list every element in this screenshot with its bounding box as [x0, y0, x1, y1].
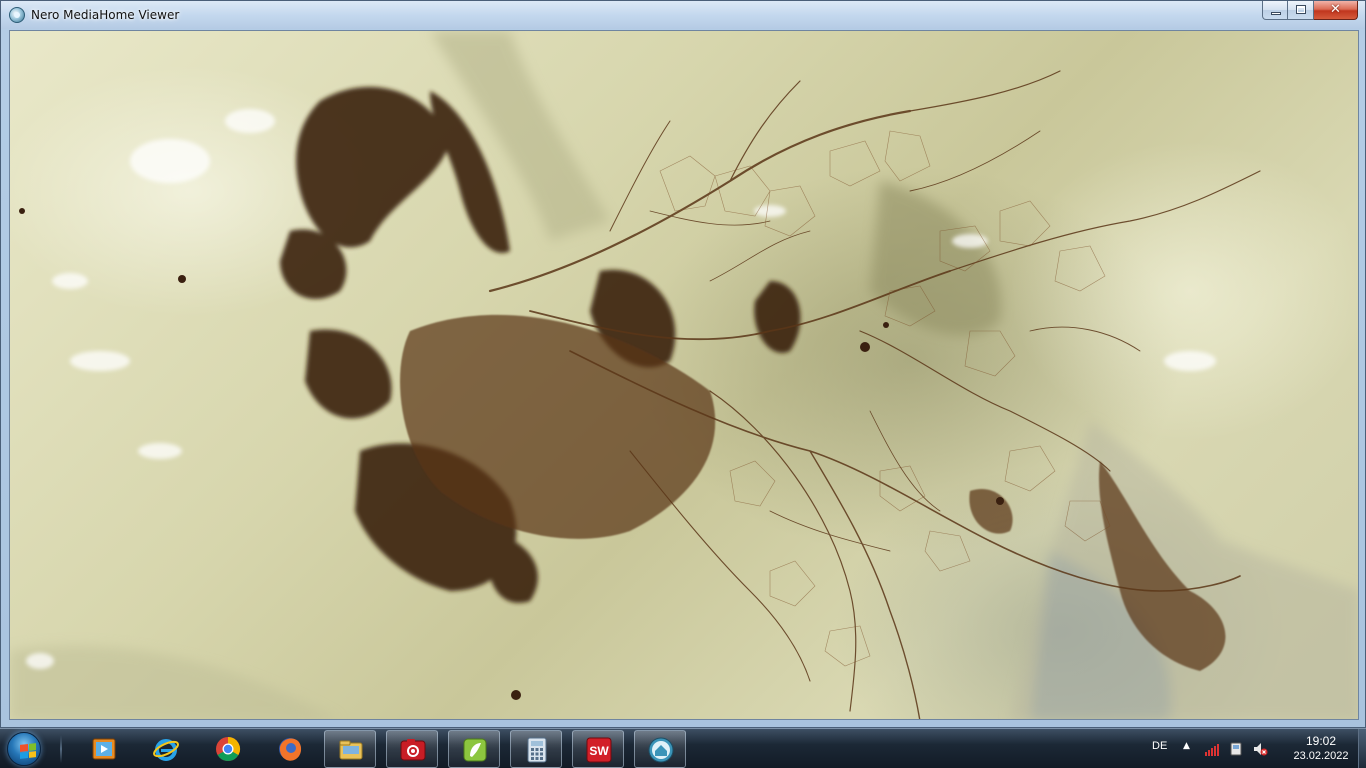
taskbar: SW DE ▲ 19:02 23.02.2022 — [0, 728, 1366, 768]
language-indicator[interactable]: DE — [1152, 740, 1167, 752]
taskbar-solidworks[interactable]: SW — [572, 730, 624, 768]
title-bar[interactable]: Nero MediaHome Viewer ✕ — [1, 1, 1365, 29]
taskbar-separator — [60, 735, 62, 763]
taskbar-internet-explorer[interactable] — [140, 730, 192, 768]
taskbar-green-app[interactable] — [448, 730, 500, 768]
taskbar-calculator[interactable] — [510, 730, 562, 768]
close-icon: ✕ — [1330, 2, 1341, 17]
file-explorer-icon — [339, 740, 363, 760]
taskbar-file-explorer[interactable] — [324, 730, 376, 768]
taskbar-nero-mediahome[interactable] — [634, 730, 686, 768]
maximize-button[interactable] — [1288, 1, 1314, 20]
taskbar-camera-app[interactable] — [386, 730, 438, 768]
internet-explorer-icon — [153, 739, 179, 761]
camera-app-icon — [400, 739, 426, 761]
app-window: Nero MediaHome Viewer ✕ — [0, 0, 1366, 728]
nero-mediahome-icon[interactable] — [9, 7, 25, 23]
chrome-icon — [216, 737, 241, 762]
svg-text:SW: SW — [589, 744, 609, 758]
start-button[interactable] — [4, 730, 44, 768]
window-controls: ✕ — [1262, 1, 1358, 21]
minimize-icon — [1271, 12, 1281, 15]
solidworks-icon: SW — [586, 737, 612, 763]
clock-time[interactable]: 19:02 — [1290, 734, 1352, 748]
taskbar-media-player[interactable] — [78, 730, 130, 768]
device-icon[interactable] — [1228, 741, 1244, 757]
show-hidden-icons-arrow-icon[interactable]: ▲ — [1183, 741, 1190, 751]
photo-image — [10, 31, 1358, 719]
taskbar-firefox[interactable] — [264, 730, 316, 768]
windows-start-orb-icon — [7, 732, 41, 766]
image-viewport[interactable] — [9, 30, 1359, 720]
green-app-icon — [463, 738, 487, 762]
network-signal-icon[interactable] — [1204, 741, 1220, 757]
restore-icon — [1296, 5, 1306, 14]
calculator-icon — [527, 737, 547, 763]
taskbar-chrome[interactable] — [202, 730, 254, 768]
volume-muted-icon[interactable] — [1252, 741, 1268, 757]
minimize-button[interactable] — [1262, 1, 1288, 20]
firefox-icon — [279, 738, 302, 761]
media-player-icon — [92, 738, 116, 760]
show-desktop-button[interactable] — [1358, 729, 1366, 768]
nero-mediahome-icon — [648, 737, 674, 763]
clock-date[interactable]: 23.02.2022 — [1280, 750, 1362, 762]
close-button[interactable]: ✕ — [1314, 1, 1358, 20]
window-title: Nero MediaHome Viewer — [31, 8, 180, 22]
